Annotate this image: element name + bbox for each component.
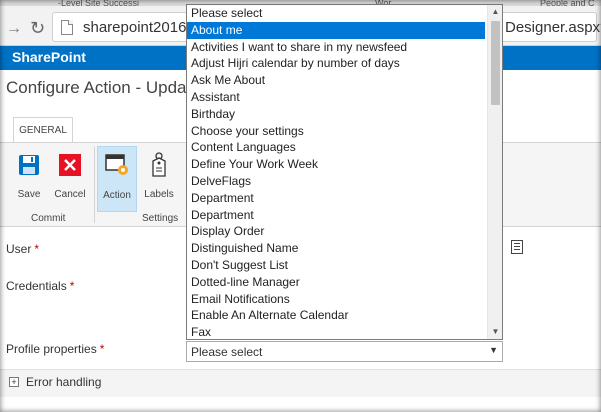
save-icon <box>19 155 39 175</box>
group-label-settings: Settings <box>142 213 179 224</box>
dropdown-arrow-icon: ▼ <box>489 345 498 355</box>
dropdown-option[interactable]: Distinguished Name <box>187 240 485 257</box>
url-text: sharepoint2016/si <box>83 19 202 36</box>
dropdown-option[interactable]: Activities I want to share in my newsfee… <box>187 39 485 56</box>
scroll-down-icon[interactable]: ▼ <box>488 325 502 339</box>
dialog-title: Configure Action - Update u <box>6 78 215 97</box>
scroll-thumb[interactable] <box>491 21 500 105</box>
dropdown-scrollbar[interactable]: ▲ ▼ <box>487 5 502 339</box>
dropdown-option[interactable]: Birthday <box>187 106 485 123</box>
dropdown-option[interactable]: Department <box>187 207 485 224</box>
tab-general[interactable]: GENERAL <box>13 117 73 143</box>
dropdown-option[interactable]: DelveFlags <box>187 173 485 190</box>
error-handling-label: Error handling <box>26 375 102 389</box>
dropdown-option[interactable]: Adjust Hijri calendar by number of days <box>187 55 485 72</box>
reload-icon[interactable]: ↻ <box>30 18 45 39</box>
dropdown-option[interactable]: Define Your Work Week <box>187 156 485 173</box>
action-icon <box>105 154 128 175</box>
cancel-button[interactable]: Cancel <box>50 149 90 209</box>
cancel-button-label: Cancel <box>54 189 86 200</box>
save-button[interactable]: Save <box>10 149 48 209</box>
cancel-icon <box>59 154 81 176</box>
dropdown-option[interactable]: Choose your settings <box>187 123 485 140</box>
dropdown-option[interactable]: Department <box>187 190 485 207</box>
labels-button-label: Labels <box>144 189 174 200</box>
expand-icon[interactable]: + <box>9 377 19 387</box>
dropdown-option[interactable]: Assistant <box>187 89 485 106</box>
dropdown-option[interactable]: About me <box>187 21 485 39</box>
dropdown-option[interactable]: Dotted-line Manager <box>187 274 485 291</box>
labels-button[interactable]: Labels <box>140 149 178 209</box>
dropdown-option[interactable]: Display Order <box>187 223 485 240</box>
select-value: Please select <box>191 345 263 359</box>
page-icon <box>61 20 73 35</box>
dropdown-option[interactable]: Fax <box>187 324 485 339</box>
dropdown-option[interactable]: Enable An Alternate Calendar <box>187 307 485 324</box>
url-text-tail: Designer.aspx? <box>505 19 601 36</box>
suite-bar-title: SharePoint <box>12 49 86 65</box>
address-book-icon[interactable] <box>511 240 523 254</box>
profile-properties-select[interactable]: Please select ▼ <box>186 341 503 362</box>
forward-arrow-icon[interactable]: → <box>6 20 22 38</box>
scroll-up-icon[interactable]: ▲ <box>488 5 502 19</box>
group-separator <box>94 147 95 223</box>
user-label: User * <box>6 242 40 256</box>
dropdown-option[interactable]: Ask Me About <box>187 72 485 89</box>
profile-properties-label: Profile properties * <box>6 342 105 356</box>
dropdown-option[interactable]: Don't Suggest List <box>187 257 485 274</box>
credentials-label: Credentials * <box>6 279 75 293</box>
profile-properties-dropdown-list[interactable]: Please select About me Activities I want t… <box>186 4 503 340</box>
save-button-label: Save <box>17 189 41 200</box>
dropdown-option[interactable]: Email Notifications <box>187 291 485 308</box>
action-button-label: Action <box>103 190 131 201</box>
group-label-commit: Commit <box>31 213 66 224</box>
tag-icon <box>152 152 166 177</box>
action-button[interactable]: Action <box>97 146 137 212</box>
dropdown-option[interactable]: Please select <box>187 5 485 22</box>
dropdown-option[interactable]: Content Languages <box>187 139 485 156</box>
error-handling-section[interactable]: + Error handling <box>0 369 601 397</box>
